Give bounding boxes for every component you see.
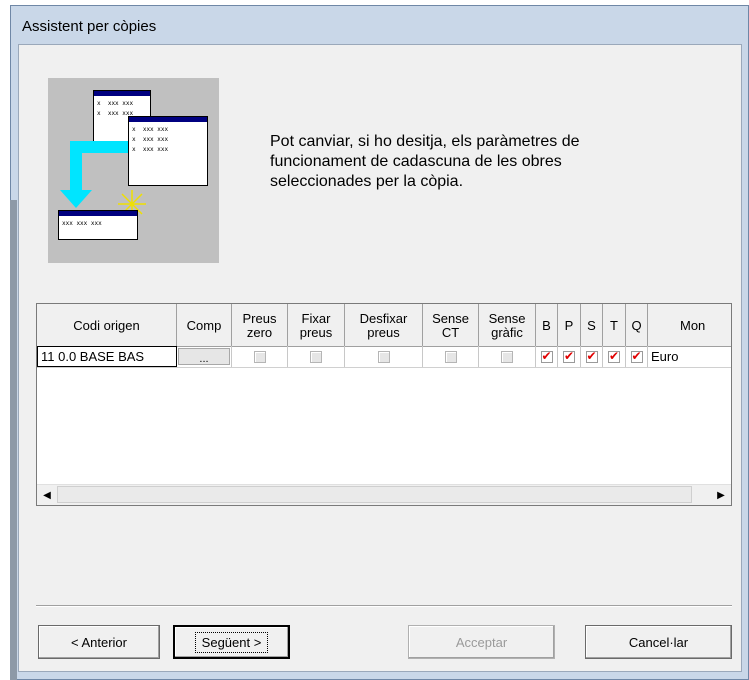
anterior-button-label: < Anterior — [70, 634, 127, 650]
cell-s — [581, 346, 603, 367]
cell-sense-grafic — [479, 346, 536, 367]
target-window-rows: xxx xxx xxx — [62, 220, 102, 227]
scrollbar-thumb[interactable] — [57, 486, 692, 503]
table-row[interactable]: 11 0.0 BASE BAS ... Euro — [37, 346, 731, 368]
header-t[interactable]: T — [603, 304, 626, 346]
comp-ellipsis-button[interactable]: ... — [178, 348, 230, 365]
preus-zero-checkbox[interactable] — [253, 350, 266, 363]
anterior-button[interactable]: < Anterior — [38, 625, 160, 659]
sense-grafic-checkbox[interactable] — [501, 350, 513, 363]
q-checkbox[interactable] — [630, 349, 643, 363]
acceptar-button[interactable]: Acceptar — [408, 625, 555, 659]
cell-preus-zero — [232, 346, 288, 367]
cancellar-button-label: Cancel·lar — [628, 634, 689, 650]
sense-ct-checkbox[interactable] — [444, 350, 457, 363]
button-separator — [36, 605, 732, 607]
header-mon[interactable]: Mon — [648, 304, 731, 346]
header-p[interactable]: P — [558, 304, 581, 346]
seguent-button[interactable]: Següent > — [173, 625, 290, 659]
cell-mon[interactable]: Euro — [648, 346, 731, 367]
header-desfixar-preus[interactable]: Desfixar preus — [345, 304, 423, 346]
desfixar-preus-checkbox[interactable] — [377, 350, 390, 363]
header-codi-origen[interactable]: Codi origen — [37, 304, 177, 346]
header-q[interactable]: Q — [626, 304, 648, 346]
header-b[interactable]: B — [536, 304, 558, 346]
cell-comp: ... — [177, 346, 232, 367]
copy-arrow-vertical — [70, 141, 82, 193]
cell-desfixar-preus — [345, 346, 423, 367]
b-checkbox[interactable] — [540, 349, 553, 363]
cell-b — [536, 346, 558, 367]
front-window-rows: x xxx xxx x xxx xxx x xxx xxx — [132, 126, 169, 153]
header-comp[interactable]: Comp — [177, 304, 232, 346]
header-preus-zero[interactable]: Preus zero — [232, 304, 288, 346]
window-title: Assistent per còpies — [22, 18, 157, 35]
cell-fixar-preus — [288, 346, 345, 367]
source-window-front: x xxx xxx x xxx xxx x xxx xxx — [128, 116, 208, 186]
header-s[interactable]: S — [581, 304, 603, 346]
p-checkbox[interactable] — [563, 349, 575, 363]
header-sense-ct[interactable]: Sense CT — [423, 304, 479, 346]
wizard-illustration: x xxx xxx x xxx xxx x xxx xxx x xxx xxx … — [48, 78, 219, 263]
cell-codi-origen[interactable]: 11 0.0 BASE BAS — [37, 346, 177, 367]
header-sense-grafic[interactable]: Sense gràfic — [479, 304, 536, 346]
cell-t — [603, 346, 626, 367]
window-shadow — [10, 200, 17, 680]
cell-q — [626, 346, 648, 367]
info-text: Pot canviar, si ho desitja, els paràmetr… — [270, 133, 580, 190]
horizontal-scrollbar[interactable]: ◀ ▶ — [37, 484, 731, 505]
s-checkbox[interactable] — [585, 349, 598, 363]
acceptar-button-label: Acceptar — [455, 634, 508, 650]
t-checkbox[interactable] — [608, 349, 620, 363]
header-fixar-preus[interactable]: Fixar preus — [288, 304, 345, 346]
seguent-button-label: Següent > — [194, 631, 269, 653]
scroll-right-icon[interactable]: ▶ — [711, 485, 731, 505]
scroll-left-icon[interactable]: ◀ — [37, 485, 57, 505]
cell-p — [558, 346, 581, 367]
cell-sense-ct — [423, 346, 479, 367]
obres-grid[interactable]: Codi origen Comp Preus zero Fixar preus … — [36, 303, 732, 506]
cancellar-button[interactable]: Cancel·lar — [585, 625, 732, 659]
arrow-down-icon — [60, 190, 92, 208]
grid-header: Codi origen Comp Preus zero Fixar preus … — [37, 304, 731, 347]
target-window: xxx xxx xxx — [58, 210, 138, 240]
fixar-preus-checkbox[interactable] — [310, 350, 322, 363]
